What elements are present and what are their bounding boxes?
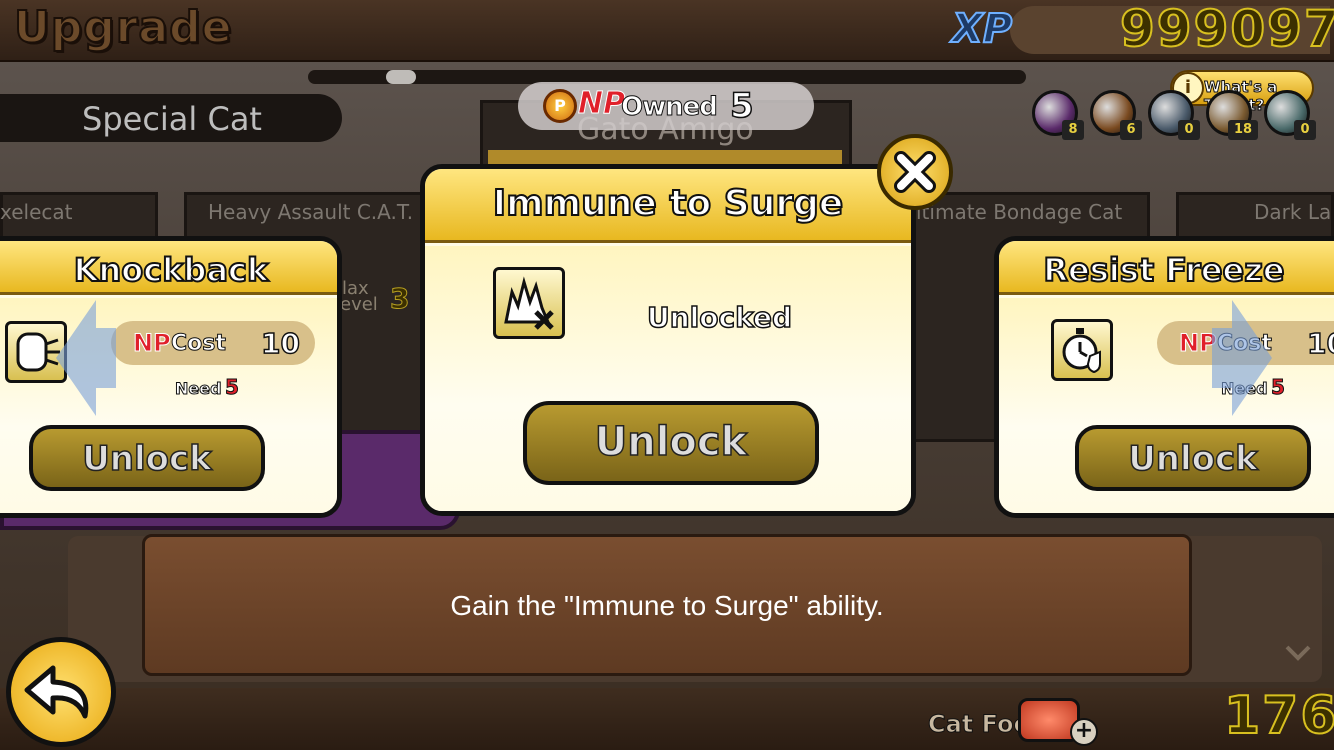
- bg-unit-name: xelecat: [0, 200, 73, 224]
- np-owned-label: Owned: [621, 92, 719, 123]
- np-owned-value: 5: [729, 85, 754, 127]
- close-icon: [894, 151, 936, 193]
- talent-card-knockback[interactable]: Knockback NP Cost 10 Need 5 Unlock: [0, 236, 342, 518]
- talent-card-header: Knockback: [0, 241, 337, 295]
- arrow-right-icon[interactable]: [1212, 300, 1272, 416]
- unlock-label: Unlock: [81, 438, 212, 480]
- surge-immune-icon: [493, 267, 565, 339]
- talent-description: Gain the "Immune to Surge" ability.: [450, 590, 884, 621]
- unlock-label: Unlock: [1127, 438, 1258, 480]
- unlock-button[interactable]: Unlock: [29, 425, 265, 491]
- back-arrow-icon: [24, 665, 89, 719]
- cost-label: Cost: [171, 331, 227, 357]
- cost-value: 10: [1306, 326, 1334, 361]
- unit-scrollbar-thumb[interactable]: [386, 70, 416, 84]
- talent-card-header: Resist Freeze: [999, 241, 1334, 295]
- orb-count: 0: [1178, 120, 1200, 140]
- freeze-resist-icon: [1051, 319, 1113, 381]
- orb-count: 0: [1294, 120, 1316, 140]
- talent-card-header: Immune to Surge: [425, 169, 911, 243]
- add-cat-food-icon[interactable]: +: [1070, 718, 1098, 746]
- arrow-left-icon[interactable]: [56, 300, 116, 416]
- talent-card-immune-to-surge[interactable]: Immune to Surge Unlocked Unlock: [420, 164, 916, 516]
- xp-value: 999097: [1119, 0, 1334, 59]
- orb-count: 6: [1120, 120, 1142, 140]
- need-value: 5: [225, 375, 240, 400]
- bg-unit-name: Dark La: [1254, 200, 1332, 224]
- talent-title: Resist Freeze: [1042, 250, 1285, 290]
- np-owned-np-label: NP: [577, 86, 626, 122]
- talent-title: Immune to Surge: [492, 182, 845, 225]
- max-level-value: 3: [389, 282, 410, 316]
- cat-food-value: 176: [1223, 685, 1334, 747]
- cost-value: 10: [260, 326, 300, 361]
- orb-count: 18: [1228, 120, 1258, 140]
- bg-unit-name: Heavy Assault C.A.T.: [208, 200, 414, 224]
- chevron-down-icon[interactable]: [1284, 640, 1312, 670]
- back-button[interactable]: [6, 637, 116, 747]
- unit-category-label: Special Cat: [82, 100, 262, 138]
- max-level-fragment: evel: [340, 294, 378, 315]
- close-button[interactable]: [877, 134, 953, 210]
- unlock-button[interactable]: Unlock: [523, 401, 819, 485]
- unlock-label: Unlock: [594, 418, 748, 466]
- xp-label: XP: [951, 5, 1013, 53]
- np-coin-icon: P: [543, 89, 577, 123]
- need-value: 5: [1271, 375, 1286, 400]
- unlock-button[interactable]: Unlock: [1075, 425, 1311, 491]
- talent-status: Unlocked: [646, 300, 793, 335]
- talent-title: Knockback: [73, 250, 270, 290]
- need-label: Need: [175, 379, 223, 399]
- orb-count: 8: [1062, 120, 1084, 140]
- page-title: Upgrade: [13, 1, 233, 54]
- np-label: NP: [133, 329, 172, 358]
- talent-card-resist-freeze[interactable]: Resist Freeze NP Cost 10 Need 5 Unlock: [994, 236, 1334, 518]
- bottom-bar: [0, 688, 1334, 750]
